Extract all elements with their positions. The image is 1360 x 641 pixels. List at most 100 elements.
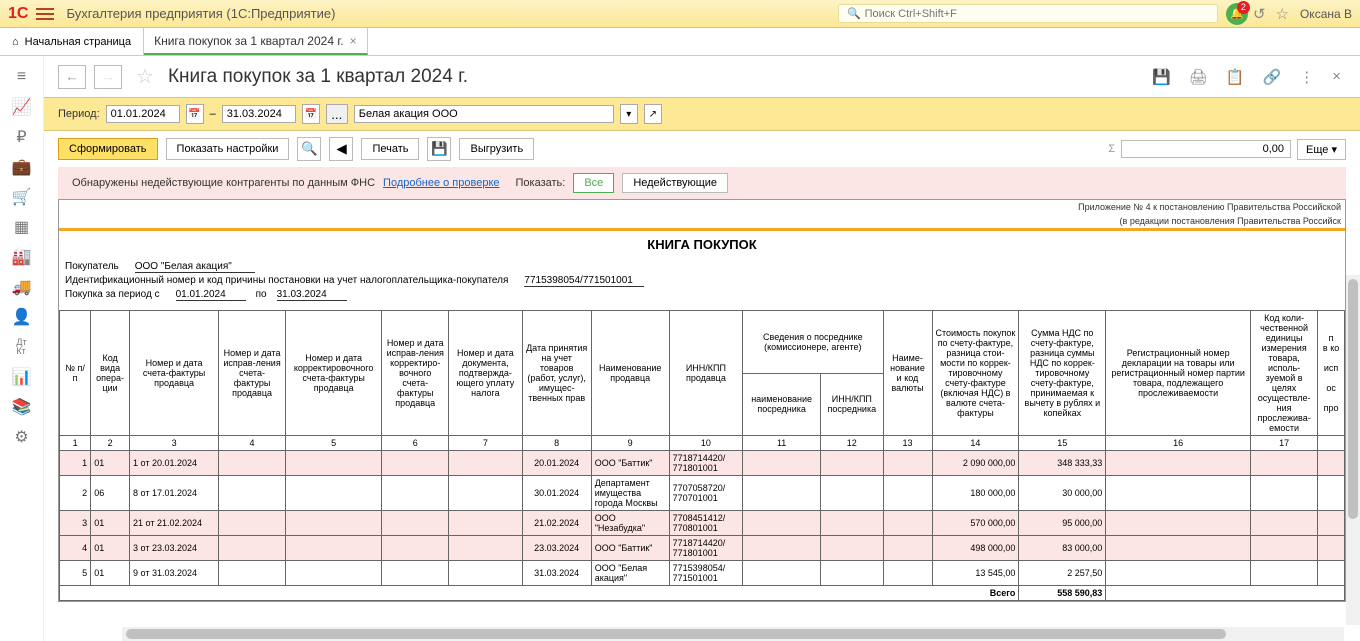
page-toolbar: ← → ☆ Книга покупок за 1 квартал 2024 г.…: [44, 56, 1360, 97]
sigma-icon: Σ: [1108, 143, 1115, 155]
annex-text: Приложение № 4 к постановлению Правитель…: [59, 200, 1345, 214]
warning-text: Обнаружены недействующие контрагенты по …: [72, 177, 375, 189]
buyer-value: ООО "Белая акация": [135, 261, 255, 273]
scrollbar-horizontal[interactable]: [122, 627, 1344, 641]
col-inn: ИНН/КПП продавца: [669, 311, 743, 436]
filter-invalid-button[interactable]: Недействующие: [622, 173, 728, 193]
action-toolbar: Сформировать Показать настройки 🔍 ◀ Печа…: [44, 131, 1360, 167]
search-tool-icon[interactable]: 🔍: [297, 137, 321, 161]
calendar-to-icon[interactable]: 📅: [302, 104, 320, 124]
user-name[interactable]: Оксана В: [1300, 7, 1352, 21]
grid-icon[interactable]: ▦: [8, 213, 36, 241]
close-icon[interactable]: ×: [350, 34, 357, 48]
report-area[interactable]: Приложение № 4 к постановлению Правитель…: [44, 199, 1360, 641]
search-icon: 🔍: [847, 7, 861, 20]
table-row[interactable]: 1011 от 20.01.202420.01.2024ООО "Баттик"…: [60, 451, 1345, 476]
col-agent-inn: ИНН/КПП посредника: [821, 373, 883, 436]
disk-icon[interactable]: 💾: [427, 137, 451, 161]
chart-icon[interactable]: 📈: [8, 93, 36, 121]
more-button[interactable]: Еще ▾: [1297, 139, 1346, 160]
sum-input[interactable]: [1121, 140, 1291, 158]
show-settings-button[interactable]: Показать настройки: [166, 138, 290, 160]
export-button[interactable]: Выгрузить: [459, 138, 534, 160]
col-number-row: 1234567891011121314151617: [60, 436, 1345, 451]
total-row: Всего 558 590,83: [60, 586, 1345, 601]
form-button[interactable]: Сформировать: [58, 138, 158, 160]
print-button[interactable]: Печать: [361, 138, 419, 160]
app-title: Бухгалтерия предприятия (1С:Предприятие): [66, 6, 837, 21]
history-icon[interactable]: ↺: [1253, 5, 1266, 23]
warning-link[interactable]: Подробнее о проверке: [383, 177, 499, 189]
col-corrfix: Номер и дата исправ-ления корректиро-воч…: [382, 311, 449, 436]
save-icon[interactable]: 💾: [1152, 68, 1171, 86]
ruble-icon[interactable]: ₽: [8, 123, 36, 151]
briefcase-icon[interactable]: 💼: [8, 153, 36, 181]
table-row[interactable]: 30121 от 21.02.202421.02.2024ООО "Незабу…: [60, 511, 1345, 536]
cart-icon[interactable]: 🛒: [8, 183, 36, 211]
col-agent-name: наименование посредника: [743, 373, 821, 436]
search-back-icon[interactable]: ◀: [329, 137, 353, 161]
buyer-label: Покупатель: [65, 261, 135, 273]
table-row[interactable]: 4013 от 23.03.202423.03.2024ООО "Баттик"…: [60, 536, 1345, 561]
search-box[interactable]: 🔍: [838, 4, 1218, 23]
scroll-thumb[interactable]: [126, 629, 1226, 639]
period-toolbar: Период: 📅 – 📅 ... ▾ ↗: [44, 97, 1360, 131]
org-input[interactable]: [354, 105, 614, 123]
app-header: 1C Бухгалтерия предприятия (1С:Предприят…: [0, 0, 1360, 28]
truck-icon[interactable]: 🚚: [8, 273, 36, 301]
org-dropdown-icon[interactable]: ▾: [620, 104, 638, 124]
table-row[interactable]: 5019 от 31.03.202431.03.2024ООО "Белая а…: [60, 561, 1345, 586]
col-curr: Наиме-нование и код валюты: [883, 311, 932, 436]
print-icon[interactable]: 🖨: [1189, 68, 1208, 86]
favorite-icon[interactable]: ☆: [136, 64, 154, 89]
col-agent-group: Сведения о посреднике (комиссионере, аге…: [743, 311, 883, 374]
book-icon[interactable]: 📚: [8, 393, 36, 421]
bars-icon[interactable]: 📊: [8, 363, 36, 391]
col-vat: Сумма НДС по счету-фактуре, разница сумм…: [1019, 311, 1106, 436]
period-select-button[interactable]: ...: [326, 104, 348, 124]
period-from-val: 01.01.2024: [176, 289, 246, 301]
date-to-input[interactable]: [222, 105, 296, 123]
person-icon[interactable]: 👤: [8, 303, 36, 331]
col-n: № п/п: [60, 311, 91, 436]
calendar-from-icon[interactable]: 📅: [186, 104, 204, 124]
col-doc: Номер и дата документа, подтвержда-ющего…: [449, 311, 523, 436]
report-title: КНИГА ПОКУПОК: [59, 231, 1345, 258]
show-label: Показать:: [516, 177, 566, 189]
logo-1c: 1C: [8, 5, 28, 23]
tab-purchase-book[interactable]: Книга покупок за 1 квартал 2024 г. ×: [144, 28, 368, 55]
col-date: Дата принятия на учет товаров (работ, ус…: [522, 311, 591, 436]
col-unit: Код коли-чественной единицы измерения то…: [1251, 311, 1318, 436]
date-from-input[interactable]: [106, 105, 180, 123]
hamburger-icon[interactable]: [36, 5, 54, 23]
notification-bell-icon[interactable]: 🔔2: [1226, 3, 1248, 25]
dtkt-icon[interactable]: ДтКт: [8, 333, 36, 361]
menu-icon[interactable]: ≡: [8, 63, 36, 91]
inn-label: Идентификационный номер и код причины по…: [65, 275, 524, 287]
col-sf: Номер и дата счета-фактуры продавца: [130, 311, 219, 436]
home-tab[interactable]: ⌂ Начальная страница: [0, 28, 144, 55]
back-button[interactable]: ←: [58, 65, 86, 89]
search-input[interactable]: [865, 8, 1209, 20]
org-open-icon[interactable]: ↗: [644, 104, 662, 124]
star-icon[interactable]: ☆: [1276, 5, 1289, 23]
inn-value: 7715398054/771501001: [524, 275, 644, 287]
gear-icon[interactable]: ⚙: [8, 423, 36, 451]
filter-all-button[interactable]: Все: [573, 173, 614, 193]
warning-bar: Обнаружены недействующие контрагенты по …: [58, 167, 1346, 199]
period-to-val: 31.03.2024: [277, 289, 347, 301]
scroll-thumb[interactable]: [1348, 279, 1358, 519]
forward-button[interactable]: →: [94, 65, 122, 89]
close-page-icon[interactable]: ×: [1332, 68, 1341, 85]
sidebar: ≡ 📈 ₽ 💼 🛒 ▦ 🏭 🚚 👤 ДтКт 📊 📚 ⚙: [0, 56, 44, 641]
period-po: по: [246, 289, 277, 301]
scrollbar-vertical[interactable]: [1346, 275, 1360, 625]
home-icon: ⌂: [12, 36, 19, 48]
period-label2: Покупка за период с: [65, 289, 176, 301]
table-row[interactable]: 2068 от 17.01.202430.01.2024Департамент …: [60, 476, 1345, 511]
factory-icon[interactable]: 🏭: [8, 243, 36, 271]
copy-icon[interactable]: 📋: [1226, 68, 1245, 86]
total-vat: 558 590,83: [1019, 586, 1106, 601]
link-icon[interactable]: 🔗: [1263, 68, 1282, 86]
more-icon[interactable]: ⋮: [1299, 68, 1314, 86]
